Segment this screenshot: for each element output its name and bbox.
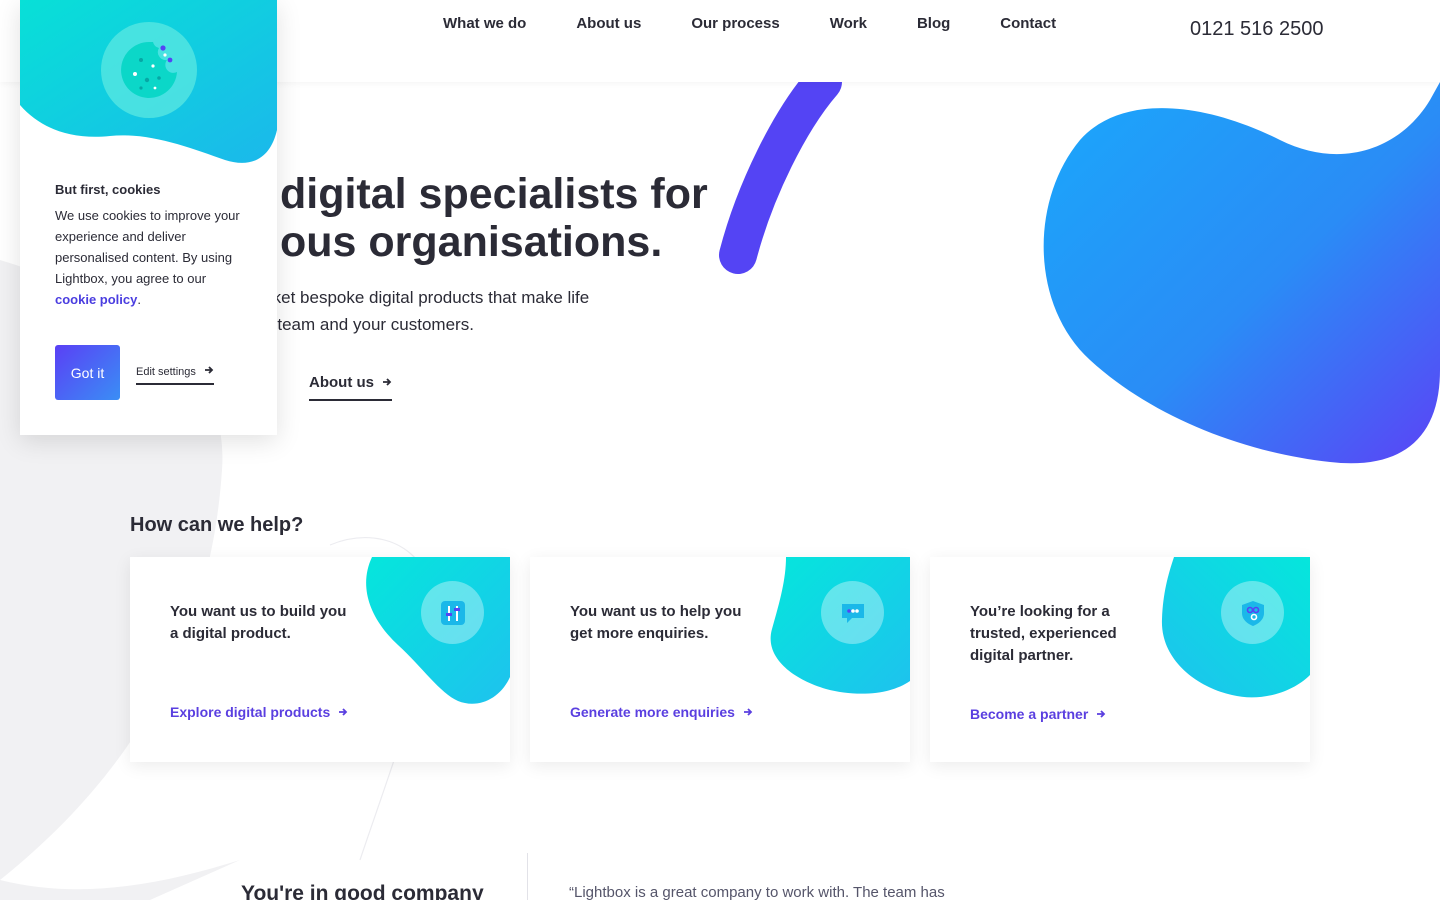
arrow-right-icon xyxy=(743,704,753,720)
card-link-label: Become a partner xyxy=(970,706,1089,722)
hero-title: digital specialists for ous organisation… xyxy=(230,170,750,266)
hero-subtitle-line-1: rket bespoke digital products that make … xyxy=(267,288,590,307)
section-divider xyxy=(527,853,528,900)
hero-subtitle-line-2: r team and your customers. xyxy=(267,315,474,334)
hero-gradient-blob xyxy=(1043,82,1440,464)
cookie-icon xyxy=(101,22,197,118)
main-nav: What we do About us Our process Work Blo… xyxy=(443,14,1106,34)
cookie-title: But first, cookies xyxy=(55,182,161,197)
cookie-description-text: We use cookies to improve your experienc… xyxy=(55,208,240,286)
generate-more-enquiries-link[interactable]: Generate more enquiries xyxy=(570,704,753,720)
nav-item-blog[interactable]: Blog xyxy=(917,14,950,34)
testimonial-quote: “Lightbox is a great company to work wit… xyxy=(569,884,945,900)
good-company-heading: You're in good company xyxy=(241,882,484,900)
help-section-heading: How can we help? xyxy=(130,514,304,536)
edit-settings-label: Edit settings xyxy=(136,365,196,378)
grey-background-blob-lower xyxy=(0,860,240,900)
arrow-right-icon xyxy=(204,365,214,378)
nav-item-our-process[interactable]: Our process xyxy=(691,14,779,34)
arrow-right-icon xyxy=(338,704,348,720)
card-text: You want us to build you a digital produ… xyxy=(170,603,347,642)
hero-title-line-2: ous organisations. xyxy=(280,218,663,266)
card-text: You’re looking for a trusted, experience… xyxy=(970,603,1117,664)
become-a-partner-link[interactable]: Become a partner xyxy=(970,706,1106,722)
card-link-label: Generate more enquiries xyxy=(570,704,735,720)
about-us-link-label: About us xyxy=(309,374,374,391)
cookie-description: We use cookies to improve your experienc… xyxy=(55,205,245,310)
about-us-link[interactable]: About us xyxy=(309,374,392,401)
help-card-build-product[interactable]: You want us to build you a digital produ… xyxy=(130,557,510,762)
purple-curve-stroke xyxy=(719,63,842,274)
phone-number-link[interactable]: 0121 516 2500 xyxy=(1190,17,1323,41)
nav-item-about-us[interactable]: About us xyxy=(576,14,641,34)
nav-item-what-we-do[interactable]: What we do xyxy=(443,14,526,34)
help-card-more-enquiries[interactable]: You want us to help you get more enquiri… xyxy=(530,557,910,762)
card-link-label: Explore digital products xyxy=(170,704,331,720)
help-card-trusted-partner[interactable]: You’re looking for a trusted, experience… xyxy=(930,557,1310,762)
nav-item-contact[interactable]: Contact xyxy=(1000,14,1056,34)
explore-digital-products-link[interactable]: Explore digital products xyxy=(170,704,348,720)
cookie-policy-link[interactable]: cookie policy xyxy=(55,292,137,307)
hero-title-line-1: digital specialists for xyxy=(280,170,708,218)
arrow-right-icon xyxy=(1096,706,1106,722)
arrow-right-icon xyxy=(382,374,392,391)
cookie-consent-popup: But first, cookies We use cookies to imp… xyxy=(20,0,277,435)
edit-cookie-settings-link[interactable]: Edit settings xyxy=(136,365,214,385)
chat-icon xyxy=(821,581,884,644)
nav-item-work[interactable]: Work xyxy=(830,14,867,34)
card-text: You want us to help you get more enquiri… xyxy=(570,603,742,642)
shield-icon xyxy=(1221,581,1284,644)
sliders-icon xyxy=(421,581,484,644)
accept-cookies-button[interactable]: Got it xyxy=(55,345,120,400)
cookie-description-end: . xyxy=(137,292,141,307)
hero-subtitle: rket bespoke digital products that make … xyxy=(220,284,640,338)
